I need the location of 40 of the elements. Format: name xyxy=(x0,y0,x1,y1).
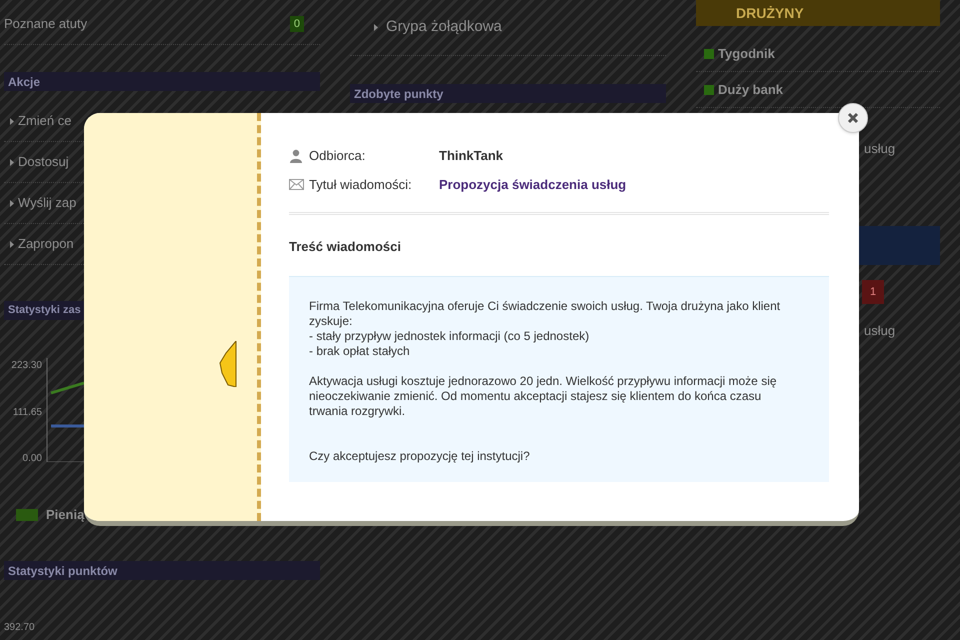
panel-title: Zdobyte punkty xyxy=(354,86,444,102)
field-value: ThinkTank xyxy=(439,146,504,165)
caret-icon xyxy=(10,118,14,124)
caret-icon xyxy=(374,24,378,31)
service-label: usług xyxy=(864,322,896,340)
service-label: usług xyxy=(864,140,896,158)
count-badge: 0 xyxy=(290,16,304,32)
axis-tick-label: 111.65 xyxy=(12,406,42,420)
field-value: Propozycja świadczenia usług xyxy=(439,176,626,194)
count-badge: 1 xyxy=(862,280,884,304)
caret-icon xyxy=(10,200,14,206)
list-item[interactable]: Grypa żołądkowa xyxy=(386,16,502,39)
team-link[interactable]: Tygodnik xyxy=(718,44,775,64)
panel-title: DRUŻYNY xyxy=(736,4,804,22)
close-icon xyxy=(847,112,859,124)
action-link[interactable]: Dostosuj xyxy=(18,152,69,172)
message-paragraph: Aktywacja usługi kosztuje jednorazowo 20 jedn. Wielkość przypływu informacji może się nieoczekiwanie zmienić. Od momentu akceptacji stajesz się klientem do końca czasu trwania rozgrywki. xyxy=(309,374,778,418)
axis-tick-label: 0.00 xyxy=(22,452,42,466)
caret-icon xyxy=(10,240,14,248)
section-title: Treść wiadomości xyxy=(289,238,402,256)
action-link[interactable]: Zapropon xyxy=(18,234,74,254)
panel-title: Statystyki zas xyxy=(8,303,81,318)
person-icon xyxy=(289,148,303,162)
axis-tick-label: 392.70 xyxy=(4,621,36,635)
close-button[interactable] xyxy=(838,103,868,133)
message-paragraph: Firma Telekomunikacyjna oferuje Ci świadczenie swoich usług. Twoja drużyna jako klient zyskuje: - stały przypływ jednostek informacji (co 5 jednostek) - brak opłat stałych xyxy=(309,298,782,358)
action-link[interactable]: Wyślij zap xyxy=(18,193,76,213)
legend-label: Pienią xyxy=(46,506,84,524)
panel-title: Akcje xyxy=(8,74,40,90)
message-paragraph: Czy akceptujesz propozycję tej instytucji? xyxy=(309,448,531,464)
caret-icon xyxy=(10,158,14,166)
stat-label: Poznane atuty xyxy=(4,15,88,34)
team-link[interactable]: Duży bank xyxy=(718,80,784,100)
axis-tick-label: 223.30 xyxy=(11,359,42,373)
field-label: Odbiorca: xyxy=(309,146,366,165)
legend-swatch xyxy=(16,509,38,521)
field-label: Tytuł wiadomości: xyxy=(309,176,413,194)
panel-title: Statystyki punktów xyxy=(8,562,118,580)
action-link[interactable]: Zmień ce xyxy=(18,111,72,131)
envelope-icon xyxy=(289,179,304,190)
